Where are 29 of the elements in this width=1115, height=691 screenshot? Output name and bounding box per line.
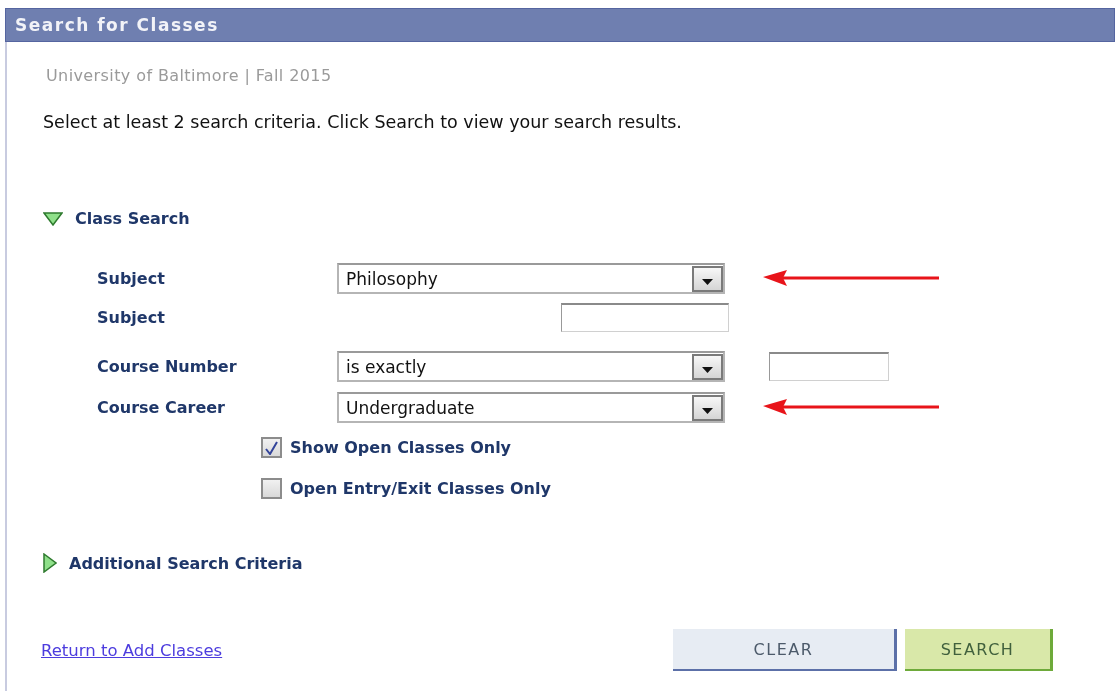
checkbox[interactable] xyxy=(261,478,282,499)
dropdown-button[interactable] xyxy=(692,265,723,292)
instructions-text: Select at least 2 search criteria. Click Search to view your search results. xyxy=(43,112,683,132)
text-field[interactable] xyxy=(769,352,889,381)
search-button[interactable]: SEARCH xyxy=(905,629,1053,671)
page-title-bar: Search for Classes xyxy=(5,8,1115,42)
dropdown-button[interactable] xyxy=(692,353,723,380)
dropdown-field[interactable]: Undergraduate xyxy=(337,392,725,423)
caret-icon xyxy=(702,407,713,414)
section-heading[interactable]: Additional Search Criteria xyxy=(69,553,303,573)
section-heading[interactable]: Class Search xyxy=(75,209,190,228)
clear-button[interactable]: CLEAR xyxy=(673,629,897,671)
dropdown-button[interactable] xyxy=(692,394,723,421)
caret-icon xyxy=(702,366,713,373)
field-label: Course Number xyxy=(97,357,238,376)
checkbox-label[interactable]: Show Open Classes Only xyxy=(290,438,512,457)
collapsed-triangle-icon[interactable] xyxy=(43,553,57,573)
text-field[interactable] xyxy=(561,303,729,332)
field-label: Subject xyxy=(97,308,166,327)
term-text: University of Baltimore | Fall 2015 xyxy=(46,66,333,85)
field-label: Course Career xyxy=(97,398,226,417)
dropdown-field[interactable]: Philosophy xyxy=(337,263,725,294)
caret-icon xyxy=(702,278,713,285)
field-label: Subject xyxy=(97,269,166,288)
checkbox-label[interactable]: Open Entry/Exit Classes Only xyxy=(290,479,551,498)
dropdown-field[interactable]: is exactly xyxy=(337,351,725,382)
expanded-triangle-icon[interactable] xyxy=(43,211,63,226)
return-link[interactable]: Return to Add Classes xyxy=(41,640,673,660)
checkbox[interactable] xyxy=(261,437,282,458)
